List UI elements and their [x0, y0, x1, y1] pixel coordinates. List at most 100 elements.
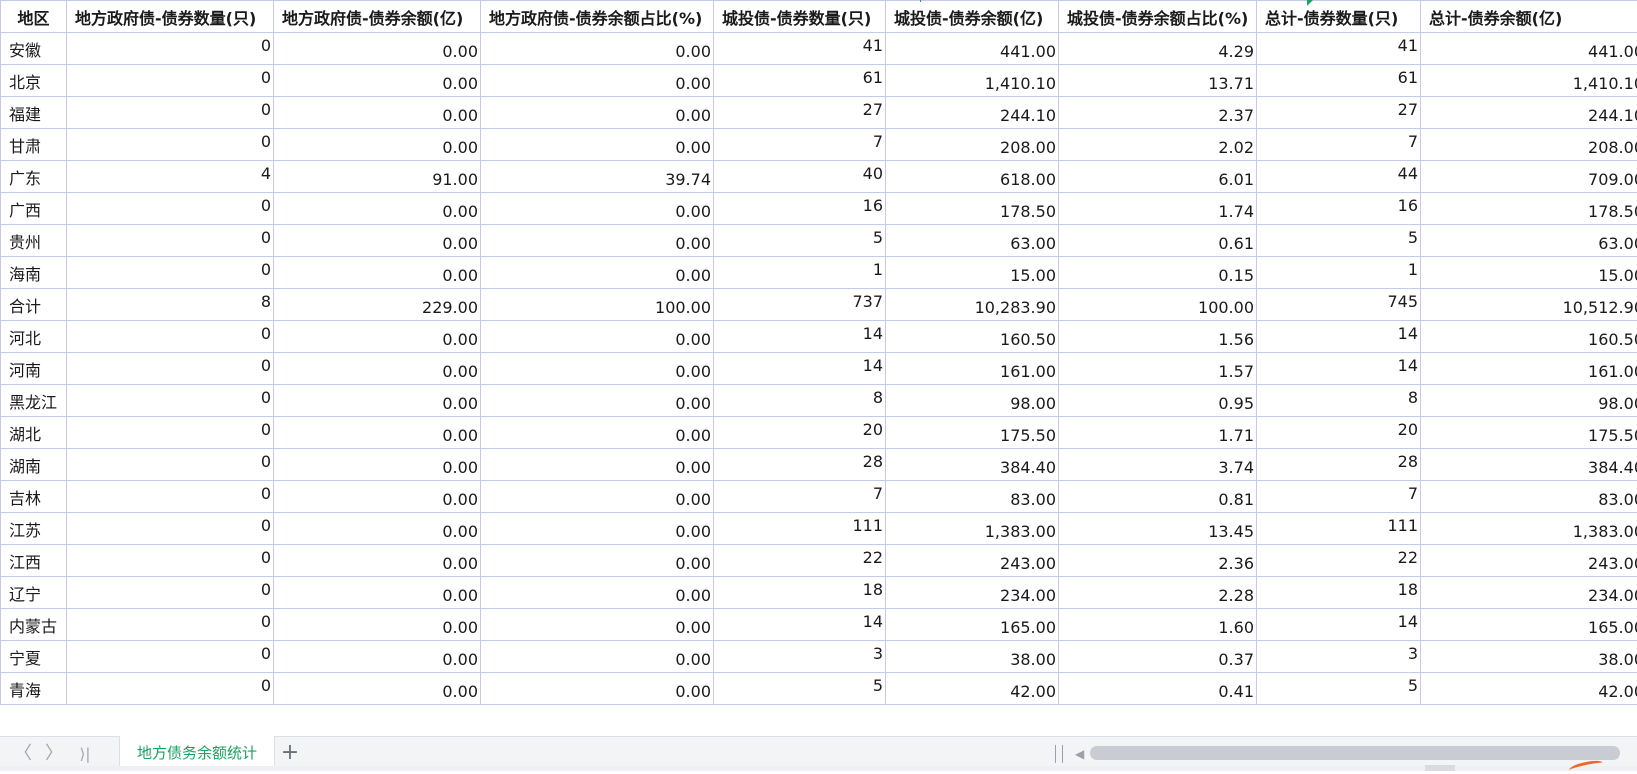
last-sheet-button[interactable]: ⟩|	[74, 743, 96, 765]
value-cell[interactable]: 5	[714, 673, 886, 705]
value-cell[interactable]: 0.15	[1059, 257, 1257, 289]
region-cell[interactable]: 湖北	[1, 417, 67, 449]
horizontal-scrollbar[interactable]	[1090, 746, 1620, 760]
value-cell[interactable]: 618.00	[886, 161, 1059, 193]
region-cell[interactable]: 江西	[1, 545, 67, 577]
value-cell[interactable]: 0.00	[481, 545, 714, 577]
value-cell[interactable]: 165.00	[1421, 609, 1637, 641]
value-cell[interactable]: 1.60	[1059, 609, 1257, 641]
value-cell[interactable]: 5	[714, 225, 886, 257]
value-cell[interactable]: 18	[1257, 577, 1421, 609]
value-cell[interactable]: 0	[67, 641, 274, 673]
value-cell[interactable]: 22	[714, 545, 886, 577]
value-cell[interactable]: 0	[67, 673, 274, 705]
value-cell[interactable]: 0.81	[1059, 481, 1257, 513]
value-cell[interactable]: 208.00	[1421, 129, 1637, 161]
column-header[interactable]: 城投债-债券余额(亿)	[886, 1, 1059, 33]
column-header[interactable]: 城投债-债券余额占比(%)	[1059, 1, 1257, 33]
value-cell[interactable]: 0.95	[1059, 385, 1257, 417]
value-cell[interactable]: 14	[1257, 321, 1421, 353]
value-cell[interactable]: 20	[714, 417, 886, 449]
value-cell[interactable]: 0.00	[274, 673, 481, 705]
value-cell[interactable]: 14	[1257, 609, 1421, 641]
value-cell[interactable]: 44	[1257, 161, 1421, 193]
value-cell[interactable]: 5	[1257, 673, 1421, 705]
value-cell[interactable]: 0.00	[481, 577, 714, 609]
region-cell[interactable]: 宁夏	[1, 641, 67, 673]
value-cell[interactable]: 40	[714, 161, 886, 193]
value-cell[interactable]: 8	[714, 385, 886, 417]
value-cell[interactable]: 98.00	[886, 385, 1059, 417]
add-sheet-button[interactable]: +	[278, 742, 302, 766]
value-cell[interactable]: 0.00	[481, 513, 714, 545]
value-cell[interactable]: 0.00	[274, 257, 481, 289]
value-cell[interactable]: 1.71	[1059, 417, 1257, 449]
value-cell[interactable]: 1.57	[1059, 353, 1257, 385]
value-cell[interactable]: 28	[714, 449, 886, 481]
value-cell[interactable]: 745	[1257, 289, 1421, 321]
value-cell[interactable]: 175.50	[886, 417, 1059, 449]
value-cell[interactable]: 91.00	[274, 161, 481, 193]
value-cell[interactable]: 0	[67, 97, 274, 129]
value-cell[interactable]: 0	[67, 353, 274, 385]
value-cell[interactable]: 0.00	[481, 385, 714, 417]
value-cell[interactable]: 13.45	[1059, 513, 1257, 545]
value-cell[interactable]: 0.00	[481, 321, 714, 353]
value-cell[interactable]: 0	[67, 193, 274, 225]
region-cell[interactable]: 青海	[1, 673, 67, 705]
value-cell[interactable]: 2.36	[1059, 545, 1257, 577]
value-cell[interactable]: 0.00	[274, 545, 481, 577]
value-cell[interactable]: 208.00	[886, 129, 1059, 161]
value-cell[interactable]: 0.00	[274, 513, 481, 545]
value-cell[interactable]: 2.28	[1059, 577, 1257, 609]
value-cell[interactable]: 13.71	[1059, 65, 1257, 97]
value-cell[interactable]: 16	[1257, 193, 1421, 225]
value-cell[interactable]: 0.00	[481, 97, 714, 129]
value-cell[interactable]: 27	[714, 97, 886, 129]
horizontal-scrollbar-thumb[interactable]	[1090, 746, 1620, 760]
region-cell[interactable]: 河南	[1, 353, 67, 385]
value-cell[interactable]: 7	[1257, 481, 1421, 513]
value-cell[interactable]: 0	[67, 225, 274, 257]
value-cell[interactable]: 38.00	[1421, 641, 1637, 673]
value-cell[interactable]: 0.00	[274, 129, 481, 161]
value-cell[interactable]: 178.50	[886, 193, 1059, 225]
value-cell[interactable]: 229.00	[274, 289, 481, 321]
value-cell[interactable]: 0.61	[1059, 225, 1257, 257]
value-cell[interactable]: 42.00	[886, 673, 1059, 705]
next-sheet-button[interactable]: 〉	[43, 743, 65, 765]
value-cell[interactable]: 441.00	[886, 33, 1059, 65]
value-cell[interactable]: 0.00	[481, 417, 714, 449]
value-cell[interactable]: 83.00	[1421, 481, 1637, 513]
value-cell[interactable]: 0	[67, 449, 274, 481]
value-cell[interactable]: 0.00	[481, 193, 714, 225]
value-cell[interactable]: 0	[67, 513, 274, 545]
value-cell[interactable]: 7	[714, 481, 886, 513]
value-cell[interactable]: 1	[714, 257, 886, 289]
value-cell[interactable]: 0.00	[481, 673, 714, 705]
region-cell[interactable]: 合计	[1, 289, 67, 321]
value-cell[interactable]: 0	[67, 577, 274, 609]
value-cell[interactable]: 384.40	[886, 449, 1059, 481]
value-cell[interactable]: 0	[67, 417, 274, 449]
value-cell[interactable]: 100.00	[481, 289, 714, 321]
value-cell[interactable]: 41	[714, 33, 886, 65]
value-cell[interactable]: 178.50	[1421, 193, 1637, 225]
value-cell[interactable]: 0.00	[274, 449, 481, 481]
value-cell[interactable]: 165.00	[886, 609, 1059, 641]
value-cell[interactable]: 15.00	[1421, 257, 1637, 289]
value-cell[interactable]: 22	[1257, 545, 1421, 577]
value-cell[interactable]: 0.00	[274, 97, 481, 129]
value-cell[interactable]: 27	[1257, 97, 1421, 129]
value-cell[interactable]: 244.10	[1421, 97, 1637, 129]
value-cell[interactable]: 0.00	[481, 257, 714, 289]
value-cell[interactable]: 1	[1257, 257, 1421, 289]
value-cell[interactable]: 3.74	[1059, 449, 1257, 481]
region-cell[interactable]: 吉林	[1, 481, 67, 513]
value-cell[interactable]: 16	[714, 193, 886, 225]
value-cell[interactable]: 0.00	[481, 481, 714, 513]
value-cell[interactable]: 8	[67, 289, 274, 321]
value-cell[interactable]: 0	[67, 65, 274, 97]
value-cell[interactable]: 111	[714, 513, 886, 545]
value-cell[interactable]: 160.50	[886, 321, 1059, 353]
